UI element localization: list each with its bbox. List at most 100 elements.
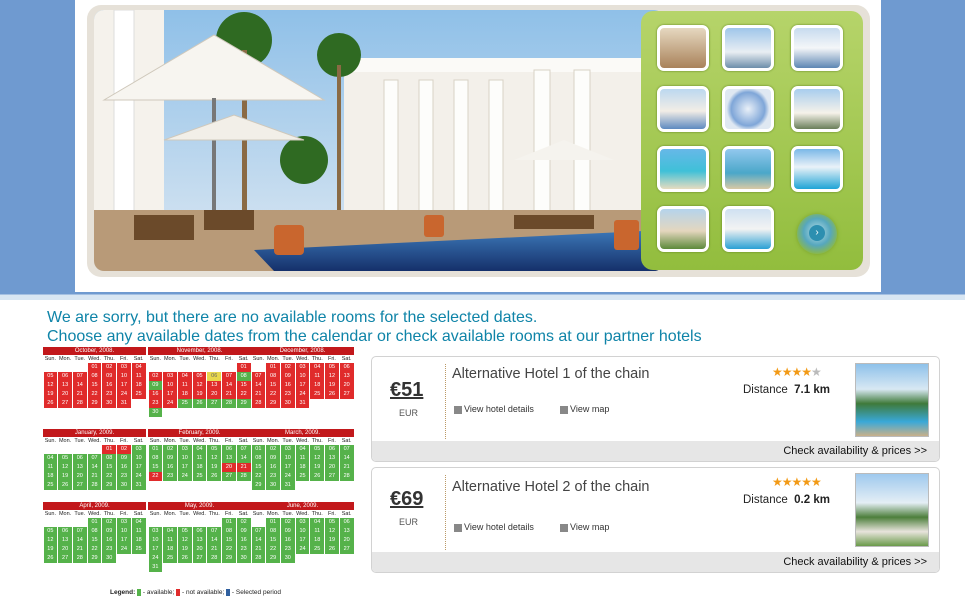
calendar-day[interactable]: 30 bbox=[280, 554, 295, 563]
calendar-day[interactable]: 15 bbox=[102, 463, 117, 472]
calendar-day[interactable]: 09 bbox=[148, 381, 163, 390]
calendar-day[interactable]: 10 bbox=[177, 454, 192, 463]
calendar-day[interactable]: 28 bbox=[207, 554, 222, 563]
calendar-day[interactable]: 26 bbox=[43, 399, 58, 408]
calendar-day[interactable]: 06 bbox=[207, 372, 222, 381]
calendar-day[interactable]: 14 bbox=[207, 536, 222, 545]
calendar-day[interactable]: 19 bbox=[192, 390, 207, 399]
calendar-day[interactable]: 12 bbox=[207, 454, 222, 463]
calendar-day[interactable]: 15 bbox=[222, 536, 236, 545]
calendar-day[interactable]: 03 bbox=[295, 518, 310, 527]
calendar-day[interactable]: 13 bbox=[339, 527, 354, 536]
calendar-day[interactable]: 08 bbox=[251, 454, 266, 463]
calendar-day[interactable]: 26 bbox=[177, 554, 192, 563]
calendar-day[interactable]: 25 bbox=[177, 399, 192, 408]
calendar-day[interactable]: 09 bbox=[280, 372, 295, 381]
calendar-day[interactable]: 02 bbox=[280, 363, 295, 372]
calendar-day[interactable]: 17 bbox=[177, 463, 192, 472]
calendar-day[interactable]: 04 bbox=[131, 518, 146, 527]
calendar-day[interactable]: 10 bbox=[295, 372, 310, 381]
calendar-day[interactable]: 30 bbox=[148, 408, 163, 417]
calendar-day[interactable]: 23 bbox=[266, 472, 280, 481]
calendar-day[interactable]: 02 bbox=[117, 445, 131, 454]
calendar-day[interactable]: 27 bbox=[222, 472, 236, 481]
calendar-day[interactable]: 27 bbox=[325, 472, 339, 481]
calendar-day[interactable]: 01 bbox=[266, 518, 280, 527]
hotel-name[interactable]: Alternative Hotel 1 of the chain bbox=[452, 366, 649, 382]
calendar-day[interactable]: 02 bbox=[266, 445, 280, 454]
calendar-day[interactable]: 08 bbox=[102, 454, 117, 463]
calendar-day[interactable]: 08 bbox=[266, 527, 280, 536]
calendar-day[interactable]: 15 bbox=[87, 381, 102, 390]
gallery-next-button[interactable]: › bbox=[797, 214, 837, 254]
calendar-day[interactable]: 24 bbox=[177, 472, 192, 481]
calendar-day[interactable]: 19 bbox=[43, 545, 58, 554]
calendar-day[interactable]: 25 bbox=[295, 472, 310, 481]
calendar-day[interactable]: 23 bbox=[280, 390, 295, 399]
calendar-day[interactable]: 18 bbox=[131, 536, 146, 545]
calendar-day[interactable]: 16 bbox=[163, 463, 177, 472]
calendar-day[interactable]: 28 bbox=[339, 472, 354, 481]
calendar-day[interactable]: 21 bbox=[236, 463, 251, 472]
calendar-day[interactable]: 20 bbox=[58, 390, 72, 399]
calendar-day[interactable]: 24 bbox=[117, 545, 131, 554]
calendar-day[interactable]: 17 bbox=[163, 390, 177, 399]
calendar-day[interactable]: 25 bbox=[310, 390, 325, 399]
calendar-day[interactable]: 12 bbox=[310, 454, 325, 463]
calendar-day[interactable]: 08 bbox=[222, 527, 236, 536]
calendar-day[interactable]: 01 bbox=[222, 518, 236, 527]
calendar-day[interactable]: 20 bbox=[339, 536, 354, 545]
calendar-day[interactable]: 19 bbox=[58, 472, 72, 481]
calendar-day[interactable]: 18 bbox=[310, 536, 325, 545]
calendar-day[interactable]: 04 bbox=[310, 518, 325, 527]
calendar-day[interactable]: 26 bbox=[43, 554, 58, 563]
calendar-day[interactable]: 19 bbox=[310, 463, 325, 472]
calendar-day[interactable]: 06 bbox=[222, 445, 236, 454]
calendar-day[interactable]: 29 bbox=[236, 399, 251, 408]
calendar-day[interactable]: 17 bbox=[117, 381, 131, 390]
calendar-day[interactable]: 04 bbox=[295, 445, 310, 454]
calendar-day[interactable]: 27 bbox=[58, 399, 72, 408]
calendar-day[interactable]: 15 bbox=[236, 381, 251, 390]
calendar-day[interactable]: 23 bbox=[236, 545, 251, 554]
calendar-day[interactable]: 21 bbox=[222, 390, 236, 399]
calendar-day[interactable]: 05 bbox=[310, 445, 325, 454]
hotel-name[interactable]: Alternative Hotel 2 of the chain bbox=[452, 479, 649, 495]
calendar-day[interactable]: 01 bbox=[148, 445, 163, 454]
calendar-day[interactable]: 18 bbox=[177, 390, 192, 399]
view-map-link[interactable]: View map bbox=[560, 404, 609, 414]
calendar-day[interactable]: 03 bbox=[117, 518, 131, 527]
calendar-day[interactable]: 13 bbox=[72, 463, 87, 472]
calendar-day[interactable]: 22 bbox=[266, 390, 280, 399]
highrise-thumb[interactable] bbox=[657, 86, 709, 132]
calendar-day[interactable]: 17 bbox=[295, 381, 310, 390]
calendar-day[interactable]: 15 bbox=[148, 463, 163, 472]
calendar-day[interactable]: 19 bbox=[325, 536, 339, 545]
check-availability-link[interactable]: Check availability & prices >> bbox=[783, 556, 927, 568]
calendar-day[interactable]: 31 bbox=[295, 399, 310, 408]
calendar-day[interactable]: 31 bbox=[148, 563, 163, 572]
calendar-day[interactable]: 21 bbox=[251, 545, 266, 554]
calendar-day[interactable]: 27 bbox=[58, 554, 72, 563]
calendar-day[interactable]: 28 bbox=[251, 554, 266, 563]
calendar-day[interactable]: 21 bbox=[251, 390, 266, 399]
calendar-day[interactable]: 05 bbox=[325, 363, 339, 372]
calendar-day[interactable]: 11 bbox=[310, 372, 325, 381]
calendar-day[interactable]: 04 bbox=[192, 445, 207, 454]
calendar-day[interactable]: 06 bbox=[58, 372, 72, 381]
calendar-day[interactable]: 22 bbox=[87, 390, 102, 399]
calendar-day[interactable]: 25 bbox=[131, 390, 146, 399]
calendar-day[interactable]: 10 bbox=[131, 454, 146, 463]
beach-thumb[interactable] bbox=[657, 146, 709, 192]
calendar-day[interactable]: 10 bbox=[148, 536, 163, 545]
calendar-day[interactable]: 08 bbox=[87, 527, 102, 536]
calendar-day[interactable]: 02 bbox=[236, 518, 251, 527]
calendar-day[interactable]: 12 bbox=[43, 381, 58, 390]
calendar-day[interactable]: 06 bbox=[339, 363, 354, 372]
calendar-day[interactable]: 29 bbox=[222, 554, 236, 563]
calendar-day[interactable]: 31 bbox=[117, 399, 131, 408]
calendar-day[interactable]: 02 bbox=[102, 363, 117, 372]
calendar-day[interactable]: 01 bbox=[266, 363, 280, 372]
calendar-day[interactable]: 23 bbox=[148, 399, 163, 408]
calendar-day[interactable]: 20 bbox=[192, 545, 207, 554]
